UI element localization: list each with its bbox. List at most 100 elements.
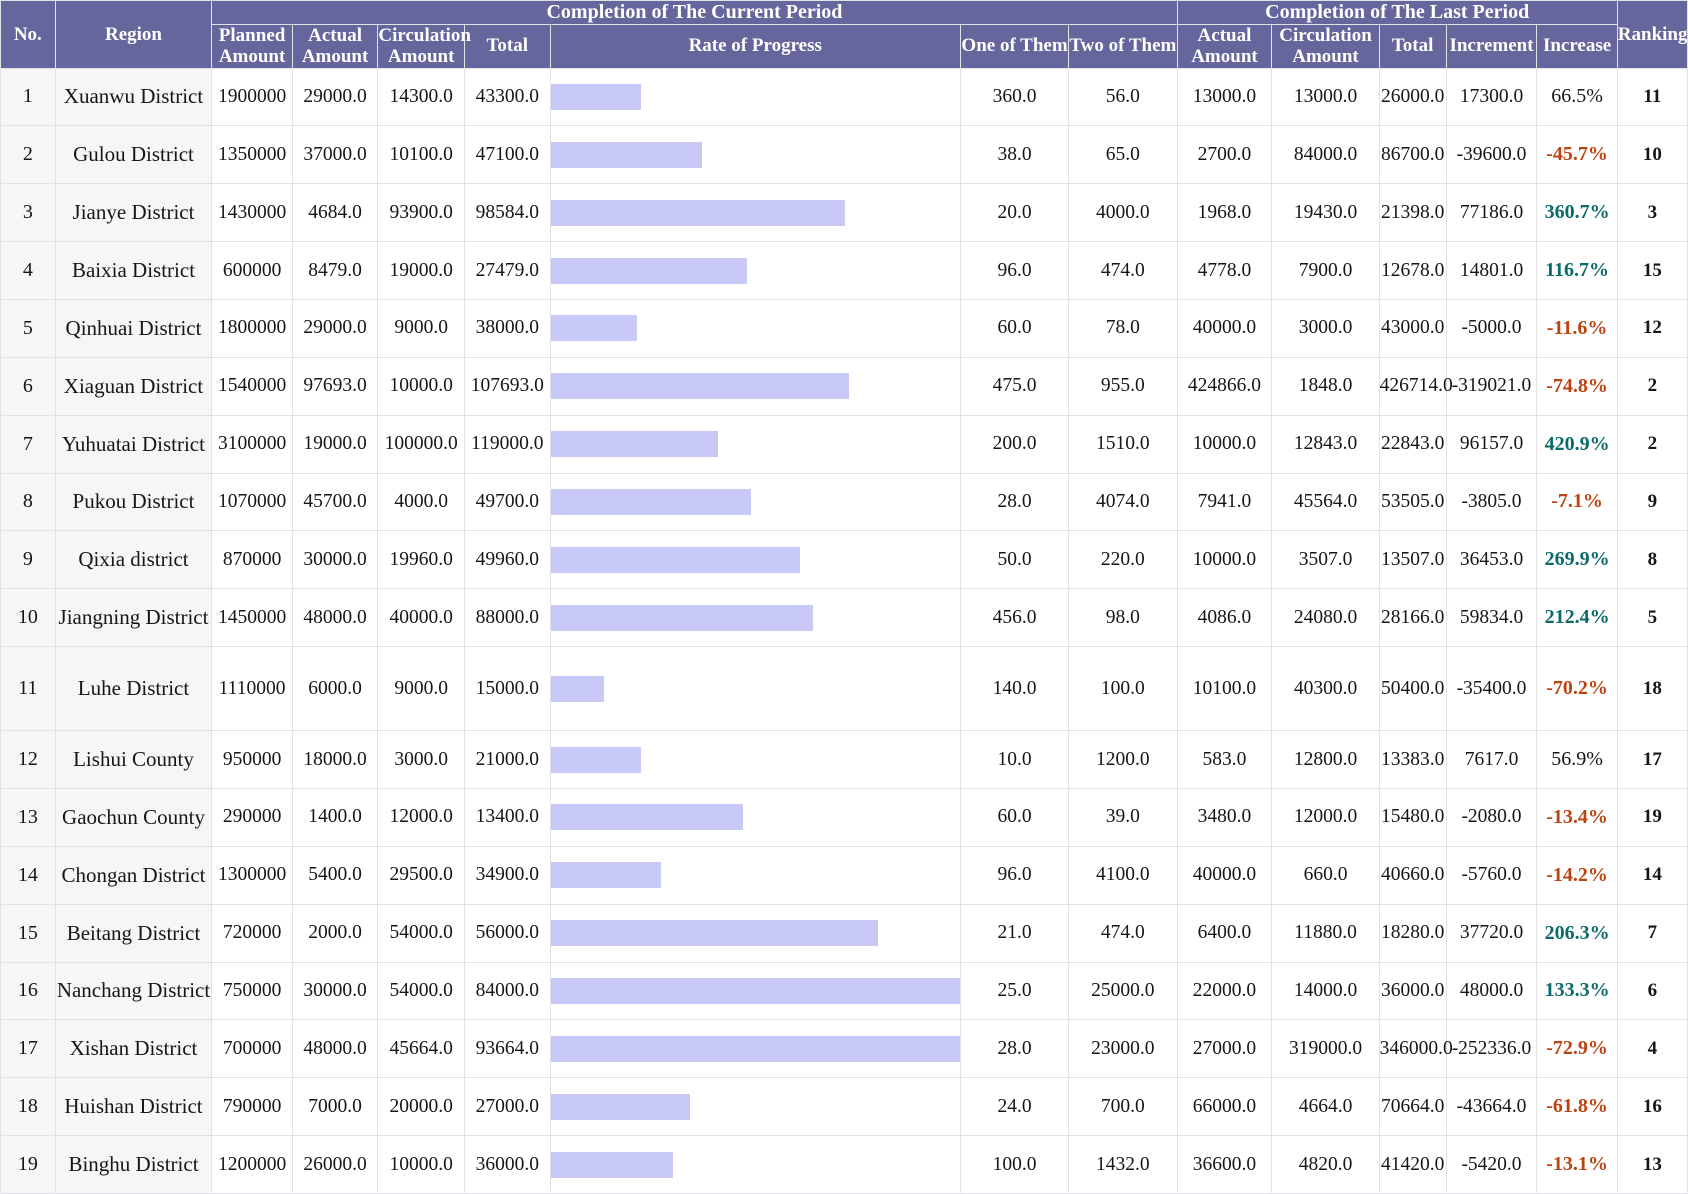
- cell-actual-amount: 26000.0: [291, 1135, 379, 1194]
- row-region-cell: Pukou District: [54, 472, 213, 532]
- cell-planned-amount: 3100000: [211, 414, 293, 474]
- header-two-of-them[interactable]: Two of Them: [1068, 23, 1178, 69]
- cell-rate-of-progress: [549, 961, 961, 1021]
- header-region[interactable]: Region: [54, 0, 213, 69]
- progress-bar-track: [550, 789, 960, 846]
- cell-increment: 14801.0: [1445, 241, 1538, 300]
- header-circulation-amount[interactable]: Circulation Amount: [377, 23, 471, 69]
- table-row[interactable]: 6 Xiaguan District 1540000 97693.0 10000.0 10…: [0, 356, 1688, 416]
- header-actual-amount[interactable]: Actual Amount: [291, 23, 379, 69]
- header-one-of-them[interactable]: One of Them: [959, 23, 1070, 69]
- cell-rate-of-progress: [549, 588, 961, 648]
- table-row[interactable]: 2 Gulou District 1350000 37000.0 10100.0 4710…: [0, 125, 1688, 185]
- cell-rate-of-progress: [549, 787, 961, 847]
- cell-planned-amount: 1800000: [211, 298, 293, 358]
- cell-total: 15000.0: [463, 646, 551, 732]
- table-row[interactable]: 11 Luhe District 1110000 6000.0 9000.0 15000.…: [0, 646, 1688, 732]
- cell-one-of-them: 140.0: [959, 646, 1070, 732]
- row-region-cell: Luhe District: [54, 646, 213, 732]
- header-ranking[interactable]: Ranking: [1616, 0, 1688, 69]
- cell-total: 88000.0: [463, 588, 551, 648]
- progress-bar-fill: [550, 141, 703, 168]
- cell-last-circulation-amount: 4664.0: [1271, 1077, 1380, 1137]
- progress-bar-track: [550, 184, 960, 241]
- cell-last-actual-amount: 6400.0: [1176, 903, 1273, 963]
- table-row[interactable]: 17 Xishan District 700000 48000.0 45664.0 936…: [0, 1019, 1688, 1079]
- cell-two-of-them: 1432.0: [1068, 1135, 1178, 1194]
- cell-planned-amount: 1900000: [211, 67, 293, 127]
- header-last-actual-amount[interactable]: Actual Amount: [1176, 23, 1273, 69]
- cell-increment: 48000.0: [1445, 961, 1538, 1021]
- row-region-cell: Huishan District: [54, 1077, 213, 1137]
- cell-last-circulation-amount: 3507.0: [1271, 530, 1380, 590]
- cell-increment: -39600.0: [1445, 125, 1538, 185]
- cell-last-total: 50400.0: [1378, 646, 1447, 732]
- cell-planned-amount: 950000: [211, 730, 293, 789]
- cell-actual-amount: 45700.0: [291, 472, 379, 532]
- row-region-cell: Yuhuatai District: [54, 414, 213, 474]
- progress-bar-fill: [550, 546, 801, 573]
- header-last-total[interactable]: Total: [1378, 23, 1447, 69]
- table-row[interactable]: 1 Xuanwu District 1900000 29000.0 14300.0 433…: [0, 67, 1688, 127]
- cell-ranking: 10: [1616, 125, 1688, 185]
- cell-rate-of-progress: [549, 730, 961, 789]
- table-row[interactable]: 19 Binghu District 1200000 26000.0 10000.0 36…: [0, 1135, 1688, 1194]
- progress-bar-track: [550, 300, 960, 357]
- cell-ranking: 5: [1616, 588, 1688, 648]
- cell-total: 27000.0: [463, 1077, 551, 1137]
- cell-last-actual-amount: 2700.0: [1176, 125, 1273, 185]
- cell-actual-amount: 6000.0: [291, 646, 379, 732]
- header-increase[interactable]: Increase: [1536, 23, 1618, 69]
- table-row[interactable]: 7 Yuhuatai District 3100000 19000.0 100000.0…: [0, 414, 1688, 474]
- cell-total: 47100.0: [463, 125, 551, 185]
- table-row[interactable]: 13 Gaochun County 290000 1400.0 12000.0 13400…: [0, 787, 1688, 847]
- row-index-cell: 4: [0, 241, 56, 300]
- cell-total: 93664.0: [463, 1019, 551, 1079]
- cell-planned-amount: 720000: [211, 903, 293, 963]
- cell-increase: 116.7%: [1536, 241, 1618, 300]
- cell-planned-amount: 790000: [211, 1077, 293, 1137]
- cell-ranking: 4: [1616, 1019, 1688, 1079]
- cell-two-of-them: 700.0: [1068, 1077, 1178, 1137]
- header-last-circulation-amount[interactable]: Circulation Amount: [1271, 23, 1380, 69]
- cell-ranking: 13: [1616, 1135, 1688, 1194]
- row-index-cell: 6: [0, 356, 56, 416]
- cell-planned-amount: 1430000: [211, 183, 293, 243]
- row-index-cell: 1: [0, 67, 56, 127]
- cell-last-actual-amount: 424866.0: [1176, 356, 1273, 416]
- cell-one-of-them: 60.0: [959, 787, 1070, 847]
- header-planned-amount[interactable]: Planned Amount: [211, 23, 293, 69]
- table-row[interactable]: 8 Pukou District 1070000 45700.0 4000.0 49700…: [0, 472, 1688, 532]
- cell-one-of-them: 24.0: [959, 1077, 1070, 1137]
- table-row[interactable]: 5 Qinhuai District 1800000 29000.0 9000.0 380…: [0, 298, 1688, 358]
- progress-bar-track: [550, 1078, 960, 1135]
- cell-one-of-them: 10.0: [959, 730, 1070, 789]
- progress-bar-fill: [550, 604, 813, 631]
- cell-circulation-amount: 10100.0: [377, 125, 465, 185]
- cell-last-circulation-amount: 84000.0: [1271, 125, 1380, 185]
- row-region-cell: Beitang District: [54, 903, 213, 963]
- cell-last-circulation-amount: 4820.0: [1271, 1135, 1380, 1194]
- cell-increase: -70.2%: [1536, 646, 1618, 732]
- table-row[interactable]: 15 Beitang District 720000 2000.0 54000.0 560…: [0, 903, 1688, 963]
- table-row[interactable]: 12 Lishui County 950000 18000.0 3000.0 21000.…: [0, 730, 1688, 789]
- cell-circulation-amount: 4000.0: [377, 472, 465, 532]
- table-row[interactable]: 14 Chongan District 1300000 5400.0 29500.0 34…: [0, 845, 1688, 905]
- table-row[interactable]: 3 Jianye District 1430000 4684.0 93900.0 9858…: [0, 183, 1688, 243]
- table-row[interactable]: 10 Jiangning District 1450000 48000.0 40000.…: [0, 588, 1688, 648]
- header-total[interactable]: Total: [463, 23, 551, 69]
- header-increment[interactable]: Increment: [1445, 23, 1538, 69]
- cell-increment: 59834.0: [1445, 588, 1538, 648]
- cell-rate-of-progress: [549, 903, 961, 963]
- header-rate-of-progress[interactable]: Rate of Progress: [549, 23, 961, 69]
- header-no[interactable]: No.: [0, 0, 56, 69]
- table-row[interactable]: 9 Qixia district 870000 30000.0 19960.0 49960…: [0, 530, 1688, 590]
- row-region-cell: Baixia District: [54, 241, 213, 300]
- table-row[interactable]: 18 Huishan District 790000 7000.0 20000.0 270…: [0, 1077, 1688, 1137]
- table-row[interactable]: 4 Baixia District 600000 8479.0 19000.0 27479…: [0, 241, 1688, 300]
- progress-bar-fill: [550, 862, 662, 889]
- cell-rate-of-progress: [549, 183, 961, 243]
- cell-circulation-amount: 40000.0: [377, 588, 465, 648]
- table-row[interactable]: 16 Nanchang District 750000 30000.0 54000.0 8…: [0, 961, 1688, 1021]
- cell-last-circulation-amount: 14000.0: [1271, 961, 1380, 1021]
